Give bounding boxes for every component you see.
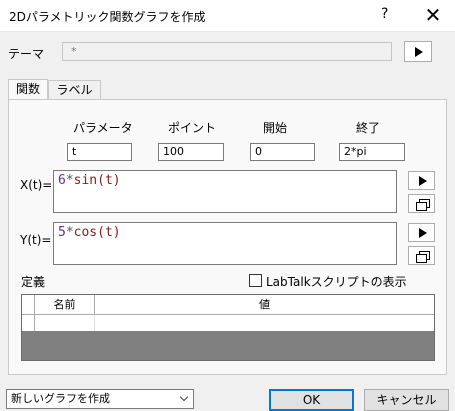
y-expression-copy-button[interactable] [408,246,435,265]
copy-icon [415,250,430,263]
theme-label: テーマ [8,47,45,61]
grid-header-value: 値 [95,295,434,315]
tab-label[interactable]: ラベル [48,80,101,100]
parameter-input[interactable]: t [67,143,132,161]
definitions-label: 定義 [21,275,46,289]
grid-row-header[interactable] [22,315,35,331]
definitions-grid[interactable]: 名前 値 [21,294,435,361]
x-expression-label: X(t)= [20,178,53,192]
x-expression-editor[interactable]: 6*sin(t) [53,170,397,213]
theme-menu-button[interactable] [404,41,432,62]
tab-function[interactable]: 関数 [8,79,48,100]
x-coefficient: 6 [58,173,66,188]
start-input[interactable]: 0 [250,143,315,161]
play-icon [418,175,427,186]
y-expression-editor[interactable]: 5*cos(t) [53,222,397,265]
end-input[interactable]: 2*pi [339,143,405,161]
output-target-select[interactable]: 新しいグラフを作成 [6,389,194,409]
param-header-parameter: パラメータ [73,121,133,135]
param-header-end: 終了 [356,121,381,135]
param-header-points: ポイント [168,121,217,135]
param-header-start: 開始 [263,121,288,135]
y-coefficient: 5 [58,225,66,240]
play-icon [415,46,423,57]
y-expression-menu-button[interactable] [408,223,435,242]
y-expression-label: Y(t)= [20,233,52,247]
labtalk-script-checkbox[interactable] [249,274,262,287]
points-input[interactable]: 100 [158,143,224,161]
theme-field[interactable]: * [62,42,392,61]
x-function: sin(t) [73,173,121,188]
grid-header-name: 名前 [35,295,95,315]
cancel-button[interactable]: キャンセル [364,389,449,411]
x-expression-menu-button[interactable] [408,171,435,190]
x-operator: * [65,173,74,188]
labtalk-script-label: LabTalkスクリプトの表示 [266,275,407,289]
y-function: cos(t) [73,225,121,240]
output-target-value: 新しいグラフを作成 [11,392,110,405]
window-title: 2Dパラメトリック関数グラフを作成 [9,10,206,24]
grid-cell-name[interactable] [35,315,95,331]
grid-cell-value[interactable] [95,315,434,331]
ok-button[interactable]: OK [269,389,354,411]
x-expression-copy-button[interactable] [408,194,435,213]
copy-icon [415,198,430,211]
chevron-down-icon [179,392,189,402]
y-operator: * [65,225,74,240]
play-icon [418,227,427,238]
help-button[interactable]: ? [381,6,388,22]
close-button[interactable]: ✕ [419,2,447,28]
grid-corner [22,295,35,315]
